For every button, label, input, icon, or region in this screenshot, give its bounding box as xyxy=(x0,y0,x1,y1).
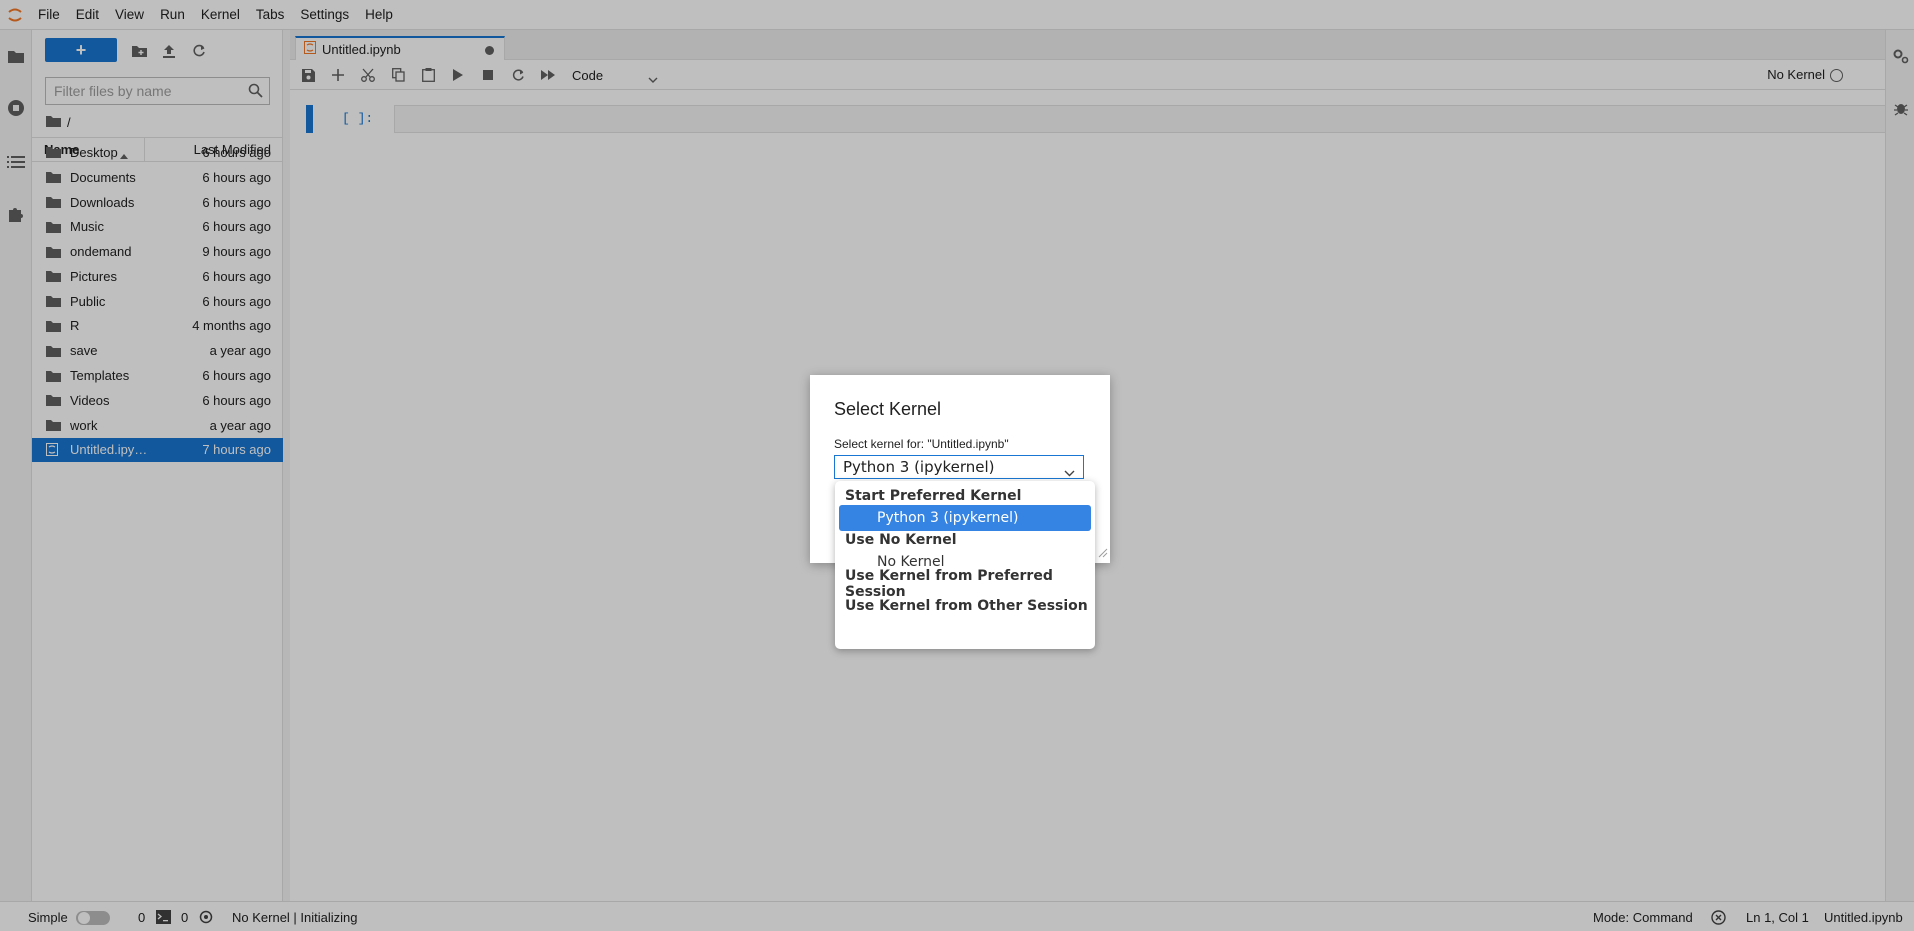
dialog-label: Select kernel for: "Untitled.ipynb" xyxy=(834,437,1009,451)
kernel-options-dropdown: Start Preferred Kernel Python 3 (ipykerne… xyxy=(835,481,1095,649)
dropdown-group-label: Use Kernel from Other Session xyxy=(845,598,1088,614)
chevron-down-icon xyxy=(1064,463,1075,481)
resize-handle-icon[interactable] xyxy=(1098,546,1108,561)
kernel-select[interactable]: Python 3 (ipykernel) xyxy=(834,455,1084,479)
dialog-title: Select Kernel xyxy=(834,399,942,419)
kernel-select-value: Python 3 (ipykernel) xyxy=(843,458,995,476)
